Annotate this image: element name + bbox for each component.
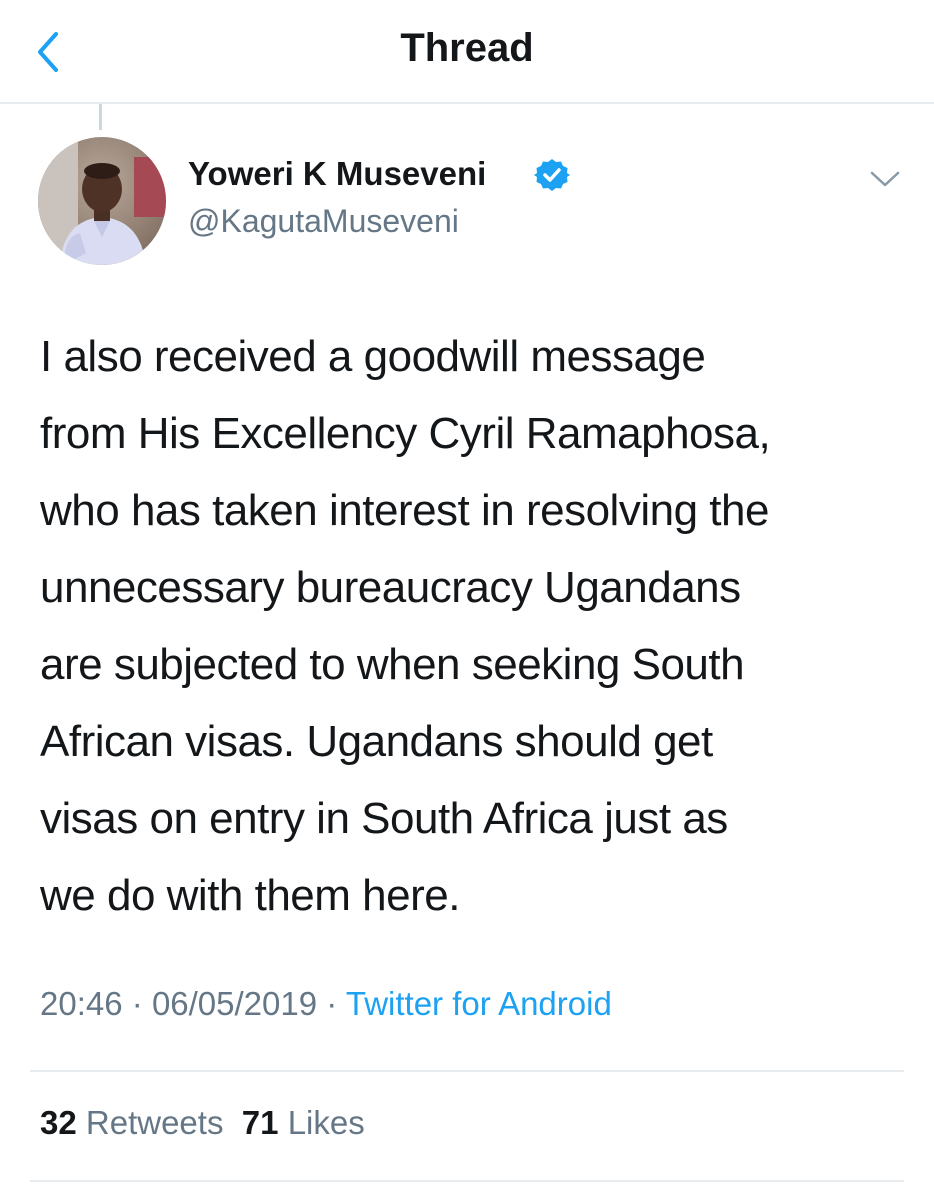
tweet-source-link[interactable]: Twitter for Android — [346, 985, 612, 1022]
tweet-stats: 32 Retweets 71 Likes — [40, 1104, 365, 1142]
tweet-text-line: African visas. Ugandans should get — [40, 717, 713, 766]
retweets-label: Retweets — [85, 1104, 224, 1141]
verified-badge-icon — [534, 157, 570, 193]
meta-separator: · — [326, 985, 338, 1022]
meta-separator: · — [131, 985, 143, 1022]
tweet-text-line: unnecessary bureaucracy Ugandans — [40, 563, 741, 612]
tweet-date: 06/05/2019 — [151, 985, 318, 1022]
author-name[interactable]: Yoweri K Museveni — [188, 155, 486, 193]
likes-count: 71 — [241, 1104, 279, 1141]
avatar[interactable] — [38, 137, 166, 265]
retweets-count: 32 — [40, 1104, 77, 1141]
divider — [30, 1180, 904, 1182]
tweet-options-button[interactable] — [866, 164, 904, 194]
divider — [30, 1070, 904, 1072]
thread-header: Thread — [0, 0, 934, 104]
page-title: Thread — [400, 26, 534, 70]
tweet-text-line: are subjected to when seeking South — [40, 640, 745, 689]
likes-stat[interactable]: 71 Likes — [242, 1104, 365, 1141]
tweet-text-line: we do with them here. — [40, 871, 460, 920]
retweets-stat[interactable]: 32 Retweets — [40, 1104, 223, 1141]
chevron-down-icon — [870, 171, 900, 187]
tweet-text-line: from His Excellency Cyril Ramaphosa, — [40, 409, 771, 458]
tweet-text-line: I also received a goodwill message — [40, 332, 706, 381]
likes-label: Likes — [287, 1104, 365, 1141]
tweet-text-line: visas on entry in South Africa just as — [40, 794, 728, 843]
tweet-meta: 20:46 · 06/05/2019 · Twitter for Android — [40, 985, 612, 1023]
thread-connector-line — [99, 104, 102, 130]
profile-photo — [38, 137, 166, 265]
tweet-time: 20:46 — [40, 985, 123, 1022]
tweet-text: I also received a goodwill message from … — [40, 318, 920, 934]
author-handle[interactable]: @KagutaMuseveni — [188, 203, 459, 240]
tweet-text-line: who has taken interest in resolving the — [40, 486, 769, 535]
